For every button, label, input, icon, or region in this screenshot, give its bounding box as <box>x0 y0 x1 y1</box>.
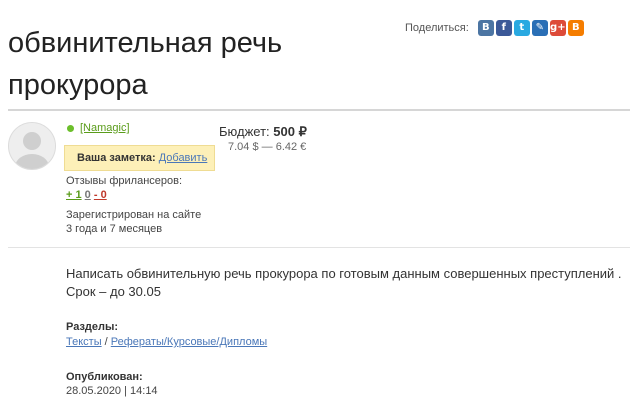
sections-label: Разделы: <box>66 321 119 333</box>
section-link-texts[interactable]: Тексты <box>66 336 102 348</box>
sections-separator: / <box>101 336 111 348</box>
description-line-1: Написать обвинительную речь прокурора по… <box>66 266 622 281</box>
budget: Бюджет: 500 ₽ <box>219 124 307 140</box>
positive-reviews-link[interactable]: + 1 <box>66 189 82 201</box>
header-divider <box>8 109 630 111</box>
share-icons: Bf t ✎ g+ B <box>477 20 586 36</box>
vk-icon[interactable]: B <box>477 20 494 36</box>
username-link[interactable]: [Namagic] <box>80 122 130 134</box>
note-label: Ваша заметка: <box>77 152 156 164</box>
livejournal-icon[interactable]: ✎ <box>531 20 548 36</box>
blogger-icon[interactable]: B <box>567 20 584 36</box>
reviews-counts: + 1 0 - 0 <box>66 189 107 201</box>
page-title: обвинительная речь прокурора <box>8 27 283 101</box>
share-bar: Поделиться: Bf t ✎ g+ B <box>405 20 586 36</box>
add-note-link[interactable]: Добавить <box>159 152 208 164</box>
registration-line-2: 3 года и 7 месяцев <box>66 223 163 235</box>
content-divider <box>8 247 630 248</box>
online-status-icon <box>67 125 74 132</box>
budget-value: 500 ₽ <box>273 124 307 139</box>
googleplus-icon[interactable]: g+ <box>549 20 566 36</box>
section-link-papers[interactable]: Рефераты/Курсовые/Дипломы <box>111 336 267 348</box>
twitter-icon[interactable]: t <box>513 20 530 36</box>
reviews-label: Отзывы фрилансеров: <box>66 175 183 187</box>
neutral-reviews-link[interactable]: 0 <box>85 189 91 201</box>
user-note-box: Ваша заметка: Добавить <box>64 145 215 171</box>
published-label: Опубликован: <box>66 371 143 383</box>
negative-reviews-link[interactable]: - 0 <box>94 189 107 201</box>
budget-label: Бюджет: <box>219 124 270 139</box>
avatar[interactable] <box>8 122 56 170</box>
budget-converted: 7.04 $ — 6.42 € <box>228 141 307 153</box>
published-date: 28.05.2020 | 14:14 <box>66 385 158 397</box>
sections-links: Тексты / Рефераты/Курсовые/Дипломы <box>66 336 267 348</box>
registration-line-1: Зарегистрирован на сайте <box>66 209 202 221</box>
registration-info: Зарегистрирован на сайте 3 года и 7 меся… <box>66 208 226 236</box>
description-line-2: Срок – до 30.05 <box>66 284 161 299</box>
project-description: Написать обвинительную речь прокурора по… <box>66 265 626 301</box>
share-label: Поделиться: <box>405 22 469 34</box>
facebook-icon[interactable]: f <box>495 20 512 36</box>
